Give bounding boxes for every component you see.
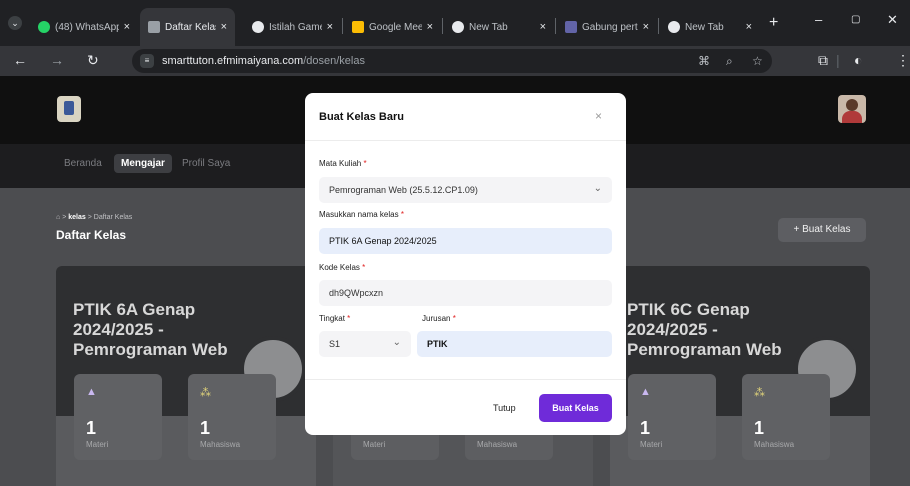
tab-search-icon[interactable]: ⌄ <box>8 16 22 30</box>
home-icon[interactable]: ⌂ <box>56 214 60 221</box>
modal-title: Buat Kelas Baru <box>319 111 404 123</box>
stat-materi: ▲ 1 Materi <box>628 374 716 460</box>
translate-icon[interactable]: ⌘ <box>698 54 710 68</box>
close-icon[interactable]: × <box>540 21 546 33</box>
teams-icon <box>565 21 577 33</box>
stat-materi: ▲ 1 Materi <box>74 374 162 460</box>
site-info-icon[interactable]: ≡ <box>140 54 154 68</box>
class-code-label: Kode Kelas * <box>319 263 366 272</box>
browser-toolbar: ← → ↻ ≡ smarttuton.efmimaiyana.com/dosen… <box>0 46 910 76</box>
tab-separator <box>658 18 659 34</box>
close-icon[interactable]: × <box>427 21 433 33</box>
maximize-icon[interactable]: ▢ <box>851 14 860 25</box>
tab-separator <box>442 18 443 34</box>
stat-mahasiswa: ⁂ 1 Mahasiswa <box>188 374 276 460</box>
chrome-icon <box>452 21 464 33</box>
nav-beranda[interactable]: Beranda <box>64 158 102 169</box>
browser-tab-new-tab-2[interactable]: New Tab × <box>660 8 760 46</box>
close-icon[interactable]: × <box>746 21 752 33</box>
chevron-down-icon: ⌄ <box>593 183 602 194</box>
close-icon[interactable]: × <box>221 21 227 33</box>
app-logo[interactable] <box>57 96 81 122</box>
browser-tab-whatsapp[interactable]: (48) WhatsApp × <box>30 8 138 46</box>
class-card-1[interactable]: PTIK 6A Genap 2024/2025 - Pemrograman We… <box>56 266 316 486</box>
class-card-3[interactable]: PTIK 6C Genap 2024/2025 - Pemrograman We… <box>610 266 870 486</box>
major-input[interactable]: PTIK <box>417 331 612 357</box>
avatar[interactable] <box>838 95 866 123</box>
whatsapp-icon <box>38 21 50 33</box>
card-title: PTIK 6A Genap 2024/2025 - Pemrograman We… <box>73 300 228 359</box>
browser-tab-new-tab[interactable]: New Tab × <box>444 8 554 46</box>
bookmark-star-icon[interactable]: ☆ <box>752 54 763 68</box>
new-class-button[interactable]: + Buat Kelas <box>778 218 866 242</box>
students-icon: ⁂ <box>200 387 211 399</box>
close-icon[interactable]: × <box>595 109 602 123</box>
zoom-icon[interactable]: ⌕ <box>726 54 733 69</box>
create-class-modal: Buat Kelas Baru × Mata Kuliah * Pemrogra… <box>305 93 626 435</box>
new-tab-icon[interactable]: + <box>769 14 778 32</box>
close-icon[interactable]: × <box>643 21 649 33</box>
browser-tab-google-meet[interactable]: Google Meet × <box>344 8 441 46</box>
class-name-input[interactable]: PTIK 6A Genap 2024/2025 <box>319 228 612 254</box>
modal-header: Buat Kelas Baru × <box>305 93 626 141</box>
course-label: Mata Kuliah * <box>319 159 367 168</box>
nav-mengajar[interactable]: Mengajar <box>114 154 172 173</box>
cancel-button[interactable]: Tutup <box>483 394 526 422</box>
class-code-input[interactable]: dh9QWpcxzn <box>319 280 612 306</box>
browser-tab-istilah-game[interactable]: Istilah Game × <box>244 8 341 46</box>
minimize-icon[interactable]: – <box>815 12 822 27</box>
browser-tab-daftar-kelas[interactable]: Daftar Kelas × <box>140 8 235 46</box>
toolbar-divider: | <box>836 52 840 68</box>
class-name-label: Masukkan nama kelas * <box>319 210 404 219</box>
flask-icon: ▲ <box>86 386 97 398</box>
extensions-icon[interactable]: ⧉ <box>818 52 828 69</box>
page-title: Daftar Kelas <box>56 228 127 242</box>
site-favicon-icon <box>252 21 264 33</box>
course-select[interactable]: Pemrograman Web (25.5.12.CP1.09) ⌄ <box>319 177 612 203</box>
tab-separator <box>342 18 343 34</box>
close-icon[interactable]: × <box>327 21 333 33</box>
stat-mahasiswa: ⁂ 1 Mahasiswa <box>742 374 830 460</box>
breadcrumb: ⌂ > kelas > Daftar Kelas <box>56 214 133 221</box>
site-favicon-icon <box>148 21 160 33</box>
url-text: smarttuton.efmimaiyana.com/dosen/kelas <box>162 55 365 67</box>
profile-icon[interactable]: ◐ <box>854 52 862 68</box>
breadcrumb-current: Daftar Kelas <box>93 214 133 221</box>
browser-tabstrip: ⌄ (48) WhatsApp × Daftar Kelas × Istilah… <box>0 0 910 46</box>
breadcrumb-kelas[interactable]: kelas <box>68 214 86 221</box>
reload-icon[interactable]: ↻ <box>87 52 99 69</box>
chevron-down-icon: ⌄ <box>392 337 401 348</box>
address-bar[interactable]: ≡ smarttuton.efmimaiyana.com/dosen/kelas… <box>132 49 772 73</box>
back-icon[interactable]: ← <box>13 52 27 68</box>
flask-icon: ▲ <box>640 386 651 398</box>
level-select[interactable]: S1 ⌄ <box>319 331 411 357</box>
students-icon: ⁂ <box>754 387 765 399</box>
chrome-icon <box>668 21 680 33</box>
modal-footer-divider <box>305 379 626 380</box>
nav-profil-saya[interactable]: Profil Saya <box>182 158 230 169</box>
browser-tab-gabung[interactable]: Gabung pertemuan × <box>557 8 657 46</box>
forward-icon[interactable]: → <box>50 52 64 68</box>
google-meet-icon <box>352 21 364 33</box>
menu-kebab-icon[interactable]: ⋮ <box>896 52 910 69</box>
window-close-icon[interactable]: ✕ <box>887 12 898 28</box>
level-label: Tingkat * <box>319 314 351 323</box>
submit-button[interactable]: Buat Kelas <box>539 394 612 422</box>
card-title: PTIK 6C Genap 2024/2025 - Pemrograman We… <box>627 300 782 359</box>
major-label: Jurusan * <box>422 314 456 323</box>
tab-separator <box>555 18 556 34</box>
close-icon[interactable]: × <box>124 21 130 33</box>
